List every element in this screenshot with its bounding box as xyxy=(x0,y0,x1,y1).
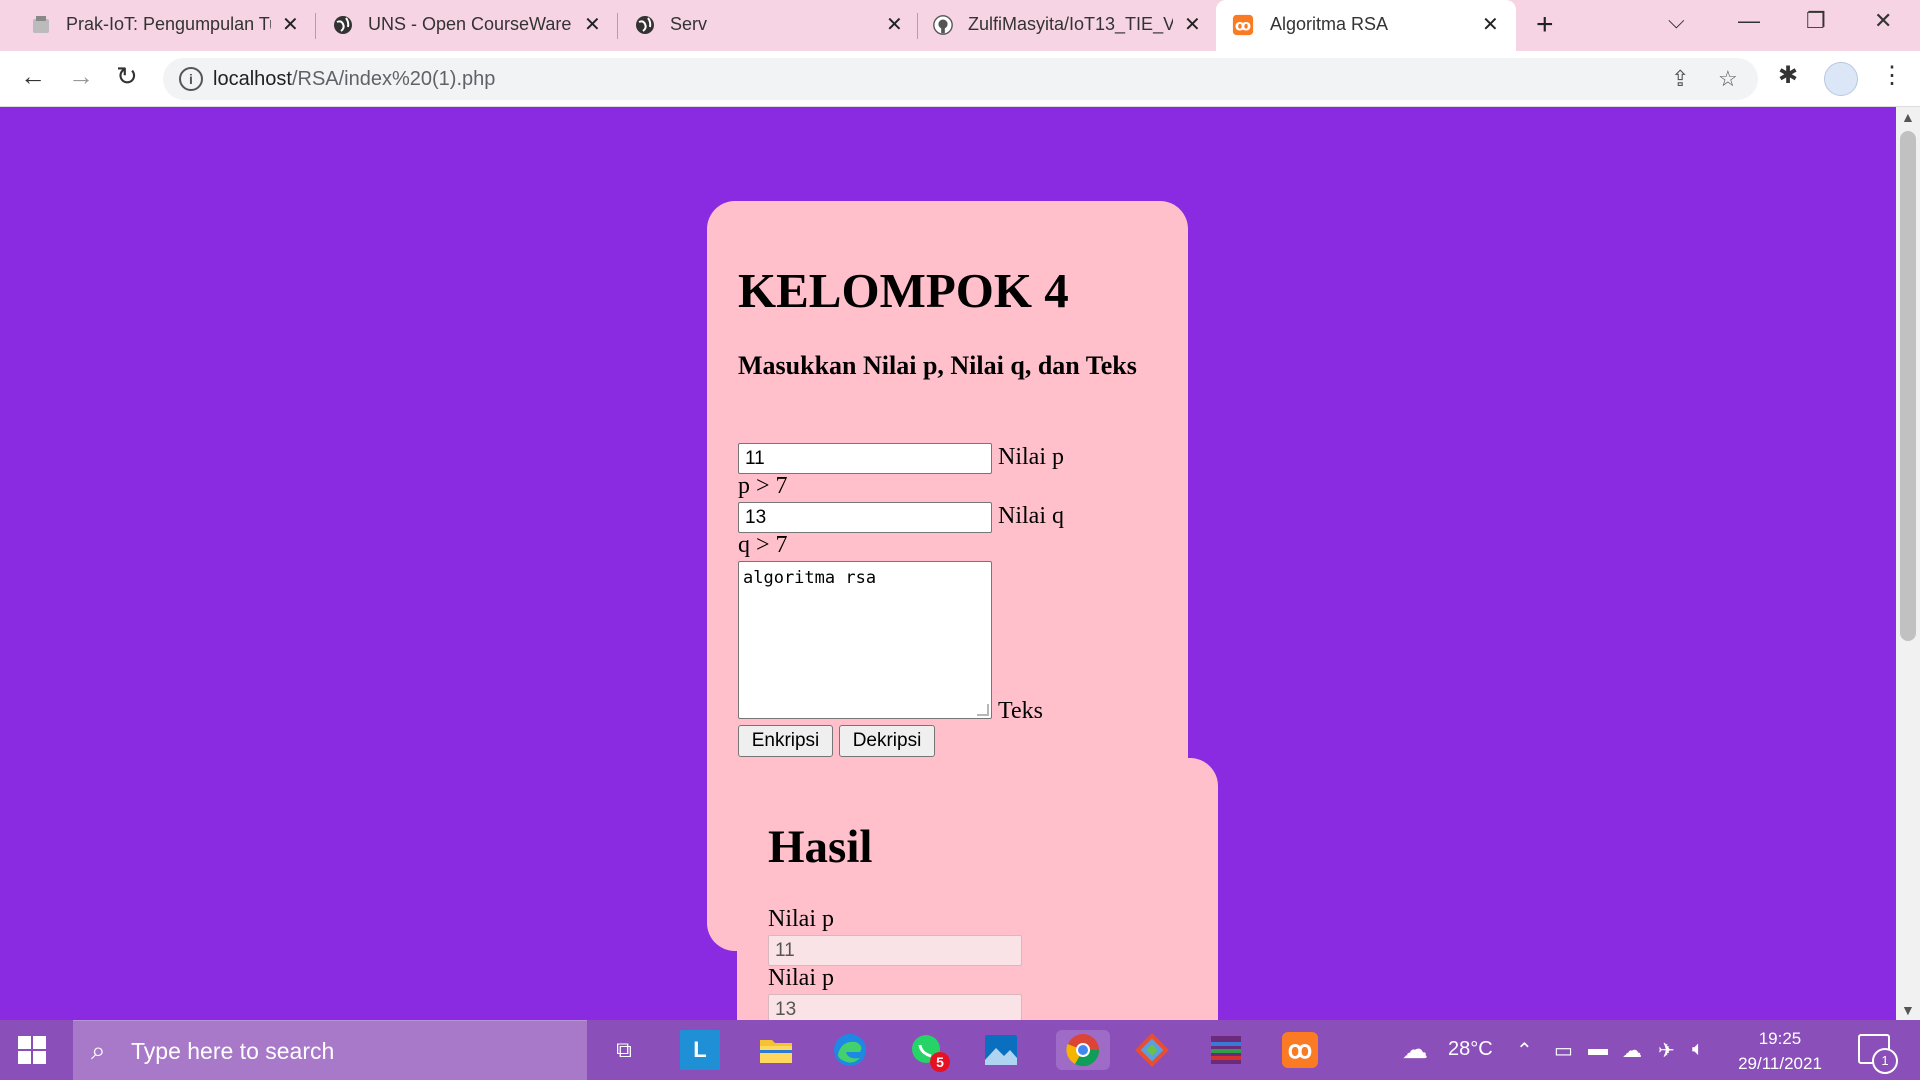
menu-kebab-icon[interactable]: ⋮ xyxy=(1880,61,1904,90)
result-label-2: Nilai p xyxy=(768,965,834,991)
tab-serv[interactable]: Serv ✕ xyxy=(604,0,909,51)
scroll-down-arrow-icon[interactable]: ▼ xyxy=(1901,1002,1915,1018)
tab-uns-ocw[interactable]: UNS - Open CourseWare ✕ xyxy=(302,0,607,51)
volume-icon[interactable]: 🔈︎ xyxy=(1692,1038,1704,1061)
browser-tab-strip: Prak-IoT: Pengumpulan Tu ✕ UNS - Open Co… xyxy=(0,0,1920,51)
address-bar[interactable]: i localhost/RSA/index%20(1).php ⇪ ☆ xyxy=(163,58,1758,100)
tab-title: ZulfiMasyita/IoT13_TIE_V3 xyxy=(968,14,1173,34)
p-label: Nilai p xyxy=(998,444,1064,470)
scrollbar-thumb[interactable] xyxy=(1900,131,1916,641)
resize-grip-icon[interactable] xyxy=(977,704,989,716)
weather-temp[interactable]: 28°C xyxy=(1448,1038,1493,1061)
notification-count: 1 xyxy=(1872,1048,1898,1074)
xampp-icon: ꝏ xyxy=(1232,14,1254,36)
p-input[interactable] xyxy=(738,443,992,474)
moodle-icon xyxy=(30,14,52,36)
clock-time: 19:25 xyxy=(1758,1029,1802,1048)
whatsapp-badge: 5 xyxy=(930,1052,950,1072)
whatsapp-icon[interactable]: 5 xyxy=(906,1030,950,1072)
windows-start-icon[interactable] xyxy=(18,1036,46,1064)
task-view-icon[interactable]: ⧉ xyxy=(604,1030,644,1070)
text-textarea[interactable]: algoritma rsa xyxy=(738,561,992,719)
search-icon: ⌕ xyxy=(91,1035,106,1065)
search-placeholder: Type here to search xyxy=(131,1038,335,1064)
xampp-icon[interactable]: ꝏ xyxy=(1282,1032,1318,1068)
share-icon[interactable]: ⇪ xyxy=(1671,66,1689,92)
airplane-mode-icon[interactable]: ✈ xyxy=(1658,1038,1675,1063)
extensions-icon[interactable]: ✱ xyxy=(1778,61,1798,90)
git-icon[interactable] xyxy=(1132,1030,1172,1070)
windows-taskbar: ⌕ Type here to search ⧉ L 5 ꝏ ☁ 28°C ⌃ ▭… xyxy=(0,1020,1920,1080)
tab-title: UNS - Open CourseWare xyxy=(368,14,572,34)
clock-date: 29/11/2021 xyxy=(1738,1054,1822,1073)
globe-icon xyxy=(634,14,656,36)
taskbar-search-box[interactable]: ⌕ Type here to search xyxy=(73,1020,587,1080)
decrypt-button[interactable]: Dekripsi xyxy=(839,725,935,757)
bookmark-star-icon[interactable]: ☆ xyxy=(1718,66,1738,92)
text-label: Teks xyxy=(998,698,1043,724)
tab-title: Prak-IoT: Pengumpulan Tu xyxy=(66,14,271,34)
close-tab-icon[interactable]: ✕ xyxy=(584,12,601,37)
url-text[interactable]: localhost/RSA/index%20(1).php xyxy=(213,68,495,91)
reload-icon[interactable]: ↻ xyxy=(116,61,138,92)
close-tab-icon[interactable]: ✕ xyxy=(1482,12,1499,37)
file-explorer-icon[interactable] xyxy=(756,1030,796,1070)
show-hidden-icons-chevron-icon[interactable]: ⌃ xyxy=(1516,1038,1533,1063)
edge-icon[interactable] xyxy=(830,1030,870,1070)
q-label: Nilai q xyxy=(998,503,1064,529)
close-window-icon[interactable]: ✕ xyxy=(1874,8,1892,34)
q-input[interactable] xyxy=(738,502,992,533)
tab-search-chevron-icon[interactable]: ⌵ xyxy=(1668,8,1685,34)
page-scrollbar[interactable]: ▲ ▼ xyxy=(1896,107,1920,1020)
form-subtitle: Masukkan Nilai p, Nilai q, dan Teks xyxy=(738,351,1137,380)
chrome-icon[interactable] xyxy=(1056,1030,1110,1070)
close-tab-icon[interactable]: ✕ xyxy=(282,12,299,37)
profile-avatar[interactable] xyxy=(1824,62,1858,96)
p-hint: p > 7 xyxy=(738,473,788,499)
result-label-1: Nilai p xyxy=(768,906,834,932)
forward-icon[interactable]: → xyxy=(68,61,94,92)
result-title: Hasil xyxy=(768,821,873,873)
minimize-icon[interactable]: — xyxy=(1738,8,1760,34)
svg-text:ꝏ: ꝏ xyxy=(1235,18,1251,35)
meet-now-icon[interactable]: ▭ xyxy=(1554,1038,1573,1063)
lenovo-l-icon[interactable]: L xyxy=(680,1030,720,1070)
encrypt-button[interactable]: Enkripsi xyxy=(738,725,833,757)
result-p-output xyxy=(768,935,1022,966)
tab-title: Algoritma RSA xyxy=(1270,14,1389,34)
scroll-up-arrow-icon[interactable]: ▲ xyxy=(1901,109,1915,125)
tab-algoritma-rsa[interactable]: ꝏ Algoritma RSA ✕ xyxy=(1216,0,1516,51)
weather-cloud-icon[interactable]: ☁ xyxy=(1402,1034,1428,1065)
site-info-icon[interactable]: i xyxy=(179,67,203,91)
tab-prak-iot[interactable]: Prak-IoT: Pengumpulan Tu ✕ xyxy=(0,0,305,51)
tab-title: Serv xyxy=(670,14,708,34)
github-icon xyxy=(932,14,954,36)
taskbar-clock[interactable]: 19:25 29/11/2021 xyxy=(1720,1026,1840,1076)
page-title: KELOMPOK 4 xyxy=(738,263,1069,318)
back-icon[interactable]: ← xyxy=(20,61,46,92)
close-tab-icon[interactable]: ✕ xyxy=(886,12,903,37)
notification-center-icon[interactable]: 1 xyxy=(1858,1034,1898,1074)
globe-icon xyxy=(332,14,354,36)
new-tab-icon[interactable]: + xyxy=(1536,8,1554,42)
tab-github[interactable]: ZulfiMasyita/IoT13_TIE_V3 ✕ xyxy=(906,0,1211,51)
photos-icon[interactable] xyxy=(981,1030,1021,1070)
winrar-icon[interactable] xyxy=(1206,1030,1246,1070)
close-tab-icon[interactable]: ✕ xyxy=(1184,12,1201,37)
restore-icon[interactable]: ❐ xyxy=(1806,8,1826,34)
browser-toolbar: ← → ↻ i localhost/RSA/index%20(1).php ⇪ … xyxy=(0,51,1920,107)
onedrive-icon[interactable]: ☁ xyxy=(1622,1038,1642,1063)
q-hint: q > 7 xyxy=(738,532,788,558)
textarea-value: algoritma rsa xyxy=(743,568,877,588)
battery-icon[interactable]: ▬ xyxy=(1588,1038,1608,1061)
